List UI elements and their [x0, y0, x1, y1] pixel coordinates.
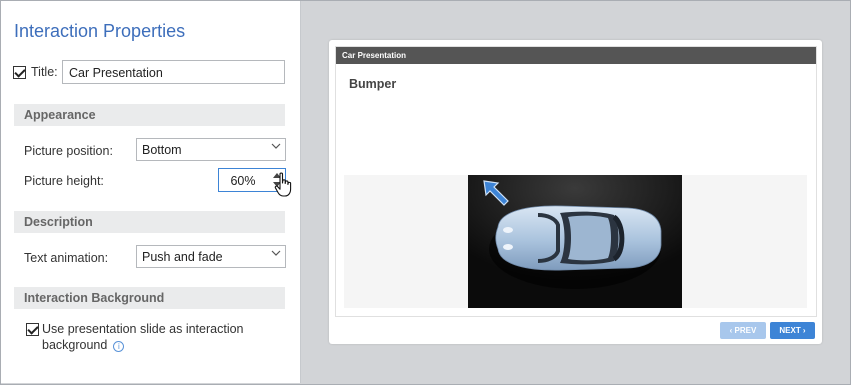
text-animation-label: Text animation: [24, 251, 109, 265]
section-interaction-background: Interaction Background [14, 287, 285, 309]
picture-position-label: Picture position: [24, 144, 113, 158]
picture-position-value: Bottom [142, 143, 182, 157]
picture-area [344, 175, 807, 308]
picture-height-value: 60% [230, 174, 256, 188]
prev-button[interactable]: ‹ PREV [720, 322, 766, 339]
title-checkbox[interactable] [13, 65, 26, 79]
next-button[interactable]: NEXT › [770, 322, 815, 339]
arrow-up-left-icon [483, 180, 509, 206]
info-icon[interactable]: i [113, 341, 125, 352]
chevron-down-icon [271, 143, 281, 151]
section-description: Description [14, 211, 285, 233]
slide-preview: Car Presentation Bumper ‹ PREV NEXT › [329, 40, 822, 344]
panel-title: Interaction Properties [14, 21, 186, 41]
title-label: Title: [31, 65, 58, 79]
car-image [468, 175, 682, 308]
slide-heading: Bumper [349, 77, 397, 91]
background-option[interactable]: Use presentation slide as interaction ba… [26, 321, 276, 353]
picture-position-select[interactable]: Bottom [136, 138, 286, 161]
background-option-line1: Use presentation slide as interaction [42, 322, 244, 336]
title-toggle[interactable]: Title: [13, 60, 58, 84]
picture-height-label: Picture height: [24, 174, 104, 188]
background-checkbox[interactable] [26, 323, 39, 336]
background-option-line2: background [42, 338, 108, 352]
text-animation-select[interactable]: Push and fade [136, 245, 286, 268]
slide-canvas: Car Presentation Bumper [335, 46, 817, 317]
background-option-label: Use presentation slide as interaction ba… [42, 321, 244, 353]
text-animation-value: Push and fade [142, 250, 223, 264]
chevron-down-icon [271, 250, 281, 258]
title-input[interactable]: Car Presentation [62, 60, 285, 84]
slide-header: Car Presentation [336, 47, 816, 64]
section-appearance: Appearance [14, 104, 285, 126]
properties-panel: Interaction Properties Title: Car Presen… [1, 1, 301, 383]
hand-cursor-icon [274, 172, 294, 198]
